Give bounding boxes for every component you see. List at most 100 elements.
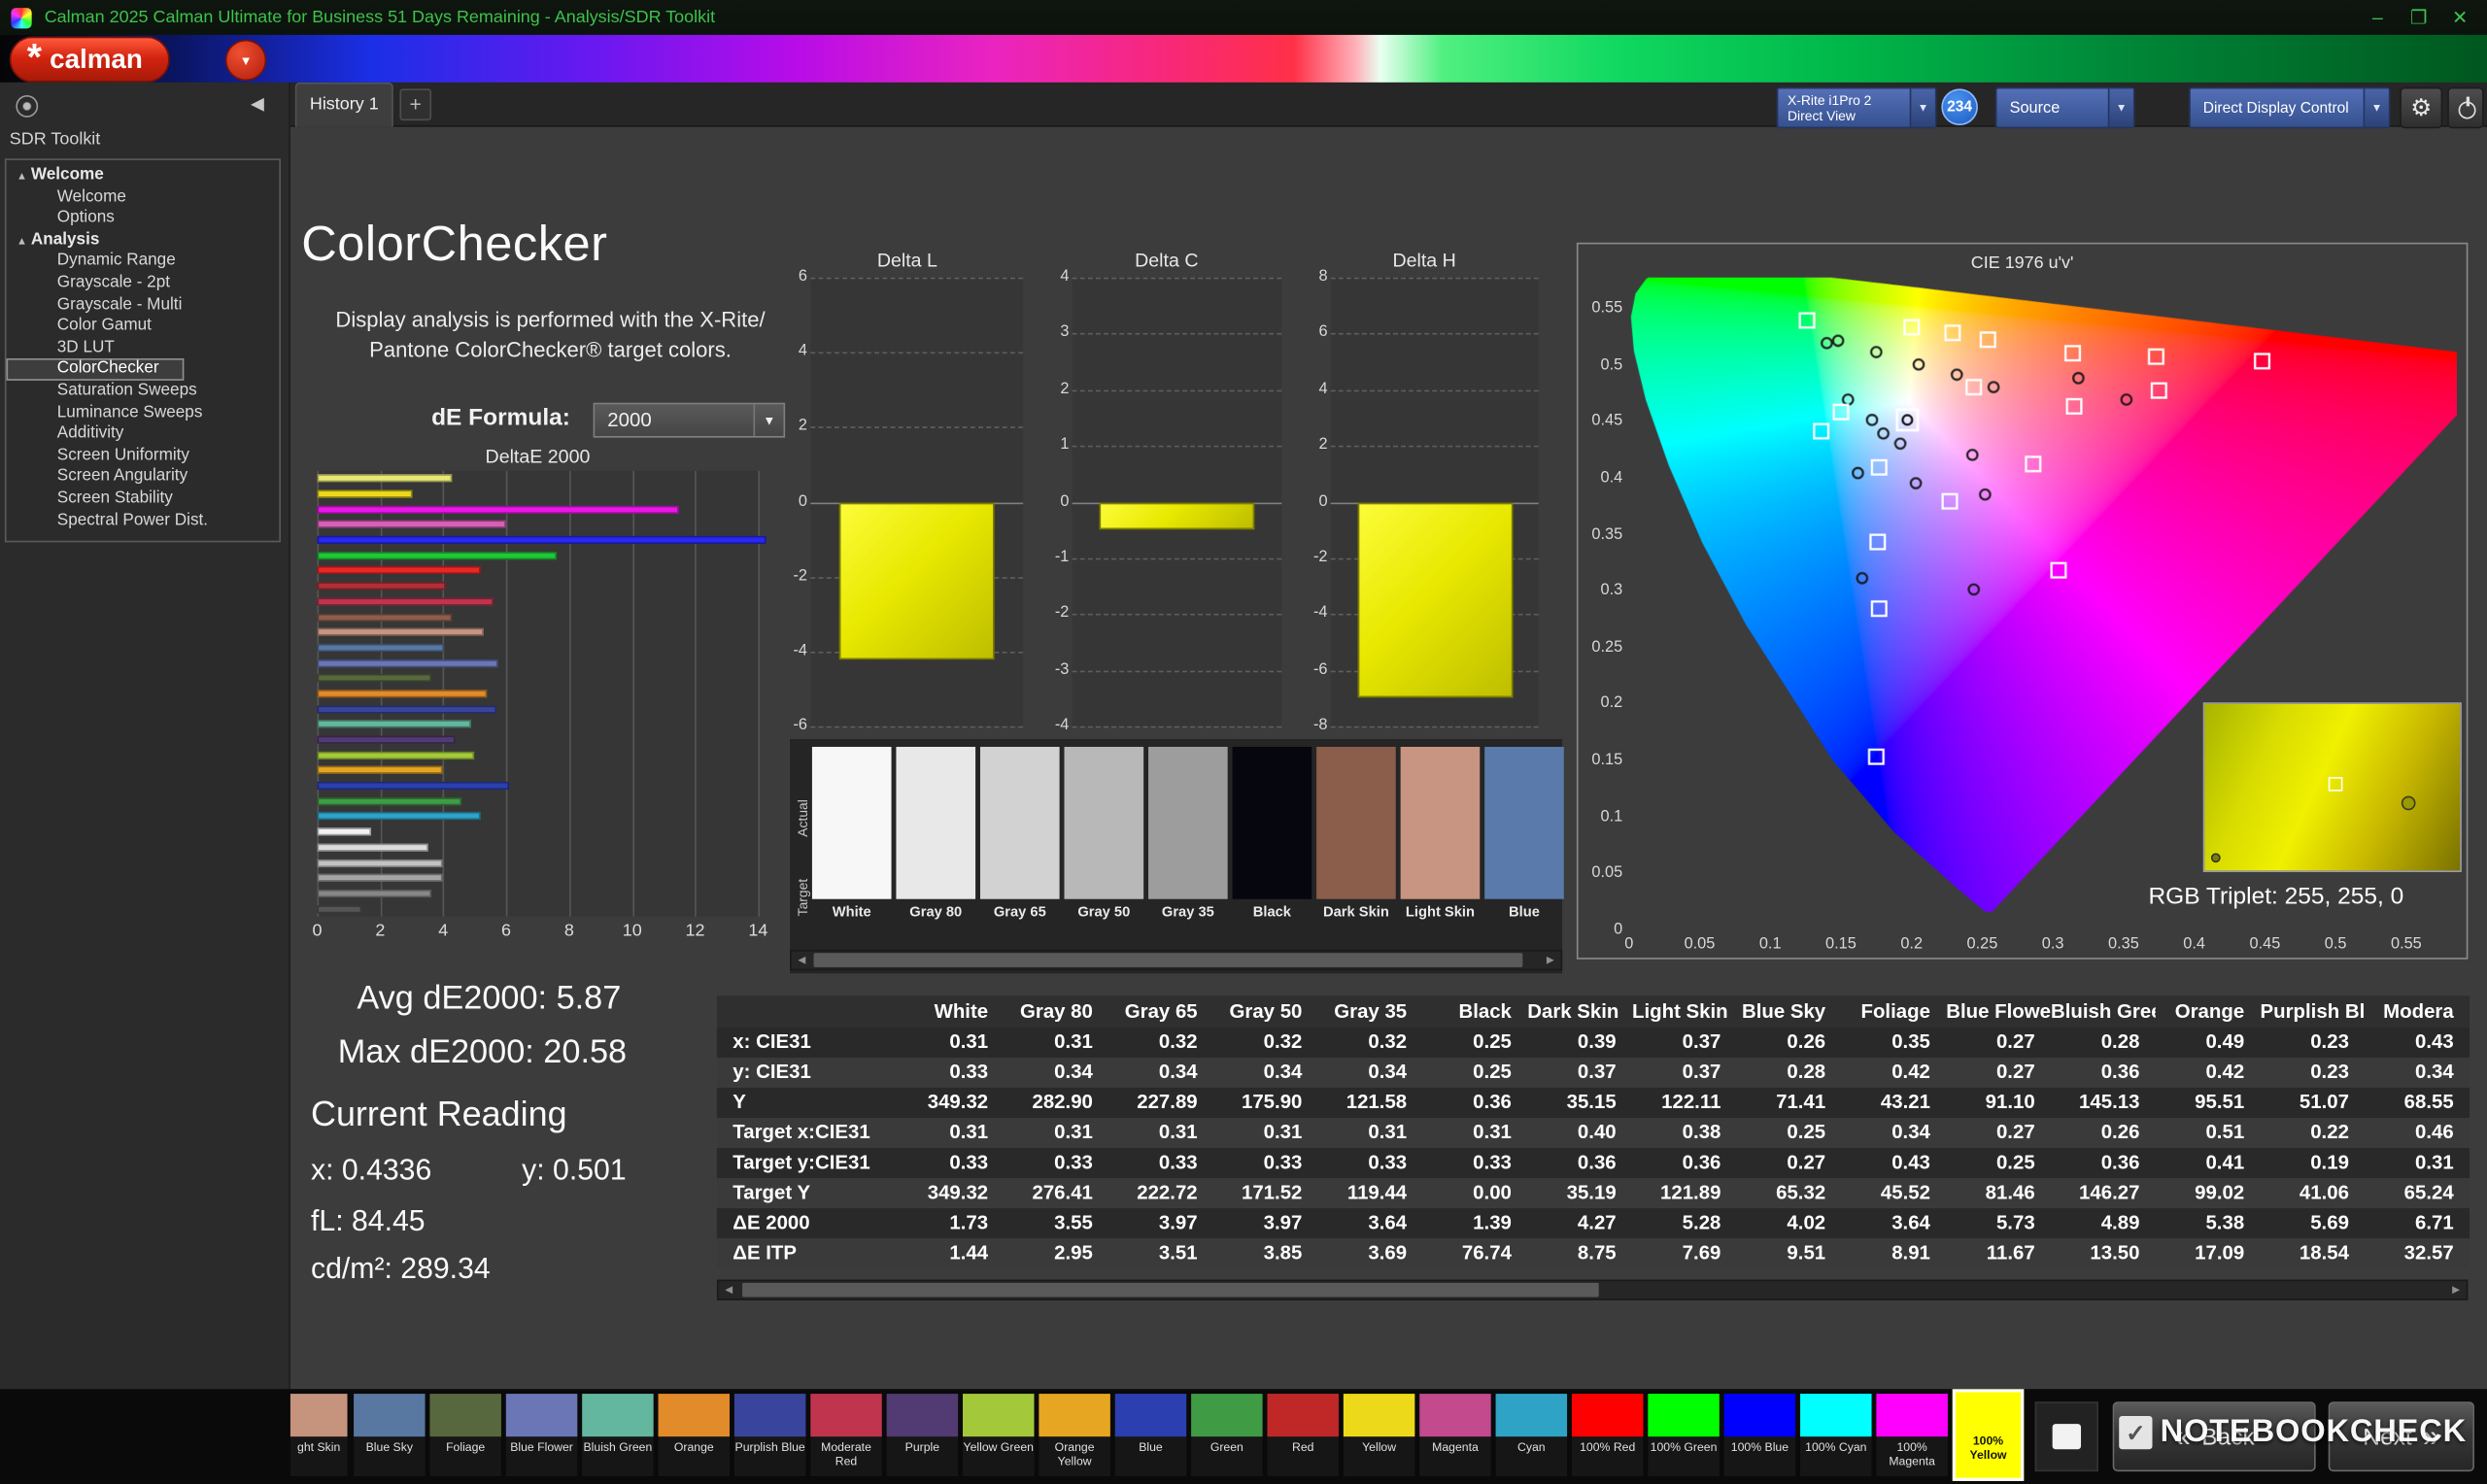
maximize-button[interactable]: ❐	[2402, 7, 2436, 29]
patch-button-yellow[interactable]: Yellow	[1344, 1394, 1414, 1476]
patch-button-blue[interactable]: Blue	[1115, 1394, 1186, 1476]
scroll-left-icon[interactable]: ◄	[792, 952, 812, 969]
deltae-bar-black	[318, 905, 361, 913]
y-tick-label: 2	[788, 418, 807, 435]
table-scrollbar[interactable]: ◄ ►	[717, 1280, 2468, 1300]
sidebar-item-welcome[interactable]: Welcome	[7, 186, 280, 208]
y-tick-label: 0	[1578, 922, 1622, 939]
patch-button-moderate-red[interactable]: Moderate Red	[810, 1394, 881, 1476]
patch-button-green[interactable]: Green	[1191, 1394, 1262, 1476]
patch-button-blue-flower[interactable]: Blue Flower	[506, 1394, 577, 1476]
close-button[interactable]: ✕	[2442, 7, 2477, 29]
sidebar: ◀ SDR Toolkit ▴WelcomeWelcomeOptions▴Ana…	[0, 83, 290, 1389]
x-tick-label: 0.35	[2095, 935, 2153, 953]
sidebar-item-luminance-sweeps[interactable]: Luminance Sweeps	[7, 402, 280, 423]
y-tick-label: 0.15	[1578, 752, 1622, 769]
sidebar-item-saturation-sweeps[interactable]: Saturation Sweeps	[7, 381, 280, 402]
table-row-target-y-cie31: Target y:CIE310.330.330.330.330.330.330.…	[717, 1148, 2470, 1178]
patch-button-foliage[interactable]: Foliage	[429, 1394, 500, 1476]
patch-button-yellow-green[interactable]: Yellow Green	[963, 1394, 1034, 1476]
column-header-white: White	[900, 995, 1005, 1028]
scrollbar-thumb[interactable]	[742, 1283, 1599, 1298]
pattern-window-icon	[2053, 1424, 2081, 1449]
target-row-label: Target	[795, 850, 810, 945]
y-tick-label: -2	[1309, 549, 1328, 566]
y-tick-label: 4	[1309, 380, 1328, 397]
minimize-button[interactable]: –	[2360, 7, 2395, 29]
patch-button-100-yellow[interactable]: 100% Yellow	[1953, 1389, 2024, 1481]
deltae-bar-magenta	[318, 521, 507, 528]
patch-button-100-blue[interactable]: 100% Blue	[1724, 1394, 1795, 1476]
deltae-chart-title: DeltaE 2000	[318, 446, 759, 468]
meter-count-badge: 234	[1941, 88, 1978, 125]
record-icon[interactable]	[16, 95, 38, 118]
patch-button-red[interactable]: Red	[1267, 1394, 1338, 1476]
collapse-sidebar-button[interactable]: ◀	[251, 93, 264, 114]
sidebar-item-3d-lut[interactable]: 3D LUT	[7, 337, 280, 358]
patch-button-blue-sky[interactable]: Blue Sky	[354, 1394, 425, 1476]
patch-button-100-magenta[interactable]: 100% Magenta	[1876, 1394, 1947, 1476]
patch-button-orange[interactable]: Orange	[659, 1394, 730, 1476]
sidebar-section-analysis[interactable]: ▴Analysis	[7, 229, 280, 251]
deltae-bar-yellow	[318, 489, 412, 497]
scroll-left-icon[interactable]: ◄	[719, 1281, 739, 1298]
y-tick-label: -6	[1309, 660, 1328, 678]
y-tick-label: 0	[1050, 492, 1070, 510]
patch-button-purplish-blue[interactable]: Purplish Blue	[734, 1394, 805, 1476]
column-header-foliage: Foliage	[1842, 995, 1947, 1028]
sidebar-item-options[interactable]: Options	[7, 208, 280, 229]
sidebar-item-dynamic-range[interactable]: Dynamic Range	[7, 252, 280, 273]
settings-gear-button[interactable]: ⚙	[2400, 87, 2442, 128]
sidebar-item-screen-angularity[interactable]: Screen Angularity	[7, 467, 280, 489]
patch-button-bluish-green[interactable]: Bluish Green	[582, 1394, 653, 1476]
patch-button-orange-yellow[interactable]: Orange Yellow	[1039, 1394, 1109, 1476]
patch-button-100-red[interactable]: 100% Red	[1572, 1394, 1643, 1476]
deltae-bar-bluish-green	[318, 721, 472, 728]
column-header-purplish-blue: Purplish Blue	[2261, 995, 2366, 1028]
chevron-down-icon: ▼	[2108, 88, 2133, 126]
swatch-scrollbar[interactable]: ◄ ►	[790, 950, 1562, 970]
patch-button-magenta[interactable]: Magenta	[1419, 1394, 1490, 1476]
collapse-caret-icon: ▴	[19, 236, 25, 247]
deltae-bar-blue-sky	[318, 644, 444, 652]
reference-dot-icon	[2211, 853, 2221, 862]
scroll-right-icon[interactable]: ►	[2446, 1281, 2467, 1298]
delta-h-chart: Delta H 86420-2-4-6-8	[1309, 246, 1540, 740]
power-button[interactable]	[2447, 87, 2484, 128]
x-tick-label: 4	[420, 922, 467, 941]
deltae-bar-purple	[318, 736, 457, 744]
column-header-black: Black	[1422, 995, 1527, 1028]
sidebar-item-screen-uniformity[interactable]: Screen Uniformity	[7, 445, 280, 466]
y-tick-label: 0.55	[1578, 299, 1622, 317]
pattern-window-button[interactable]	[2035, 1401, 2098, 1471]
sidebar-item-spectral-power-dist[interactable]: Spectral Power Dist.	[7, 510, 280, 531]
add-tab-button[interactable]: +	[399, 88, 431, 120]
de-formula-dropdown[interactable]: 2000 ▼	[594, 403, 786, 438]
logo-menu-button[interactable]: ▼	[225, 40, 266, 81]
tab-history-1[interactable]: History 1	[295, 83, 393, 127]
patch-button-100-green[interactable]: 100% Green	[1648, 1394, 1719, 1476]
patch-button-ght-skin[interactable]: ght Skin	[290, 1394, 348, 1476]
sidebar-item-additivity[interactable]: Additivity	[7, 423, 280, 445]
meter-dropdown[interactable]: X-Rite i1Pro 2 Direct View ▼	[1777, 87, 1937, 128]
calman-logo[interactable]: * calman	[10, 37, 170, 83]
sidebar-item-color-gamut[interactable]: Color Gamut	[7, 316, 280, 337]
source-dropdown[interactable]: Source ▼	[1995, 87, 2135, 128]
patch-button-cyan[interactable]: Cyan	[1496, 1394, 1567, 1476]
y-tick-label: 0.35	[1578, 525, 1622, 543]
sidebar-item-grayscale-2pt[interactable]: Grayscale - 2pt	[7, 273, 280, 294]
patch-button-purple[interactable]: Purple	[887, 1394, 958, 1476]
sidebar-item-grayscale-multi[interactable]: Grayscale - Multi	[7, 294, 280, 316]
sidebar-item-screen-stability[interactable]: Screen Stability	[7, 489, 280, 510]
scrollbar-thumb[interactable]	[814, 953, 1523, 967]
y-tick-label: -4	[1309, 604, 1328, 622]
column-header-bluish-green: Bluish Green	[2051, 995, 2156, 1028]
sidebar-section-welcome[interactable]: ▴Welcome	[7, 165, 280, 186]
display-control-dropdown[interactable]: Direct Display Control ▼	[2189, 87, 2390, 128]
swatch-label: Blue	[1484, 904, 1564, 920]
swatch-label: Light Skin	[1401, 904, 1481, 920]
sidebar-item-colorchecker[interactable]: ColorChecker	[7, 359, 185, 381]
current-fl: fL: 84.45	[311, 1203, 426, 1238]
scroll-right-icon[interactable]: ►	[1540, 952, 1560, 969]
patch-button-100-cyan[interactable]: 100% Cyan	[1800, 1394, 1871, 1476]
